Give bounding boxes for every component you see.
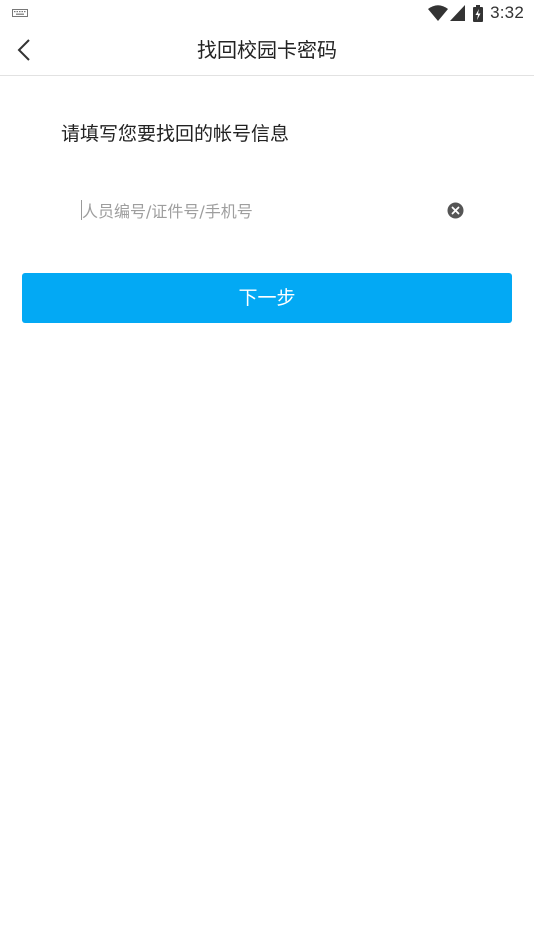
battery-charging-icon xyxy=(473,4,484,22)
back-button[interactable] xyxy=(6,32,42,68)
wifi-icon xyxy=(428,5,449,21)
page-title: 找回校园卡密码 xyxy=(197,38,337,62)
screen: 3:32 找回校园卡密码 请填写您要找回的帐号信息 下一步 xyxy=(0,0,534,950)
form-prompt: 请填写您要找回的帐号信息 xyxy=(61,123,290,145)
keyboard-icon xyxy=(12,9,28,17)
status-icons: 3:32 xyxy=(428,3,524,23)
status-time: 3:32 xyxy=(490,3,524,22)
signal-icon xyxy=(450,5,466,21)
next-button[interactable]: 下一步 xyxy=(22,273,512,323)
toolbar: 找回校园卡密码 xyxy=(0,26,534,76)
status-bar: 3:32 xyxy=(0,0,534,26)
account-input-row xyxy=(80,196,468,226)
clear-circle-icon[interactable] xyxy=(447,202,464,219)
account-input[interactable] xyxy=(82,196,437,226)
chevron-left-icon xyxy=(17,39,30,61)
